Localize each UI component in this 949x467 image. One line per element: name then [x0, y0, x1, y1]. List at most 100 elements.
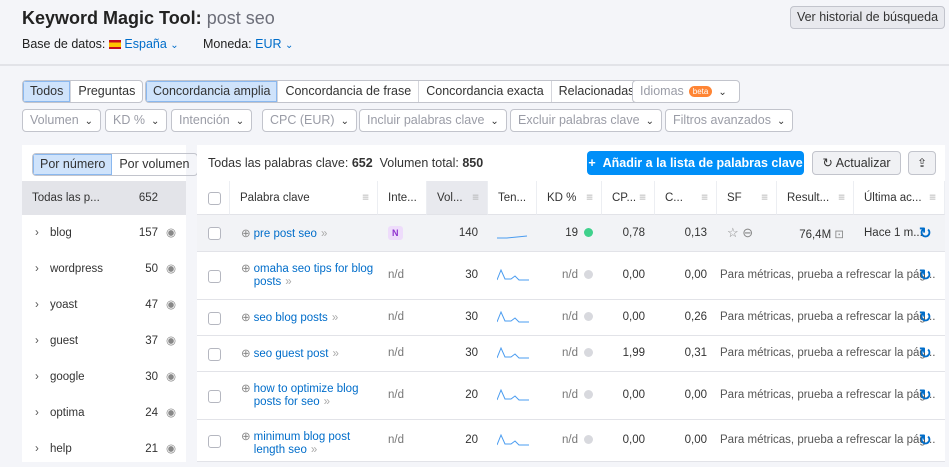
- double-chevron-icon[interactable]: »: [311, 444, 317, 456]
- group-item[interactable]: › google 30 ◉: [22, 359, 186, 395]
- update-button[interactable]: ↻ Actualizar: [812, 151, 901, 175]
- filter-volume[interactable]: Volumen ⌄: [22, 109, 102, 132]
- double-chevron-icon[interactable]: »: [285, 276, 291, 288]
- filter-intent[interactable]: Intención ⌄: [171, 109, 253, 132]
- tab-broad-match[interactable]: Concordancia amplia: [146, 81, 279, 102]
- tab-phrase-match[interactable]: Concordancia de frase: [278, 81, 420, 102]
- group-item[interactable]: › blog 157 ◉: [22, 215, 186, 251]
- keyword-link[interactable]: ⊕ minimum blog post length seo»: [241, 431, 350, 457]
- chevron-down-icon: ⌄: [340, 116, 349, 127]
- chevron-down-icon: ⌄: [776, 116, 786, 127]
- column-header[interactable]: Result... ≡: [777, 181, 854, 215]
- eye-icon[interactable]: ◉: [166, 359, 176, 395]
- sort-by-number[interactable]: Por número: [33, 154, 113, 175]
- sort-icon[interactable]: ≡: [586, 181, 593, 215]
- row-checkbox[interactable]: [208, 227, 221, 240]
- keyword-link[interactable]: ⊕ how to optimize blog posts for seo»: [241, 383, 358, 409]
- group-item[interactable]: › wordpress 50 ◉: [22, 251, 186, 287]
- column-header[interactable]: Inte...: [378, 181, 427, 215]
- sort-icon[interactable]: ≡: [761, 181, 768, 215]
- sort-icon[interactable]: ≡: [929, 181, 936, 215]
- filter-advanced[interactable]: Filtros avanzados ⌄: [665, 109, 794, 132]
- filter-include-keywords[interactable]: Incluir palabras clave ⌄: [359, 109, 507, 132]
- double-chevron-icon[interactable]: »: [332, 348, 338, 360]
- double-chevron-icon[interactable]: »: [324, 396, 330, 408]
- filter-exclude-keywords[interactable]: Excluir palabras clave ⌄: [510, 109, 662, 132]
- chevron-down-icon: ⌄: [84, 116, 94, 127]
- serp-icon[interactable]: ⊡: [834, 229, 844, 241]
- export-button[interactable]: ⇪: [908, 151, 936, 175]
- refresh-icon[interactable]: ↻: [919, 266, 932, 284]
- add-circle-icon[interactable]: ⊕: [241, 228, 251, 240]
- add-to-keyword-list-button[interactable]: + Añadir a la lista de palabras clave: [587, 151, 804, 175]
- chevron-right-icon: ›: [35, 263, 39, 275]
- filter-kd[interactable]: KD % ⌄: [105, 109, 168, 132]
- filter-cpc[interactable]: CPC (EUR) ⌄: [262, 109, 357, 132]
- chevron-down-icon: ⌄: [285, 40, 294, 51]
- double-chevron-icon[interactable]: »: [332, 312, 338, 324]
- eye-icon[interactable]: ◉: [166, 251, 176, 287]
- competition-value: 0,00: [684, 434, 707, 446]
- refresh-icon[interactable]: ↻: [919, 431, 932, 449]
- currency-select[interactable]: EUR: [255, 37, 281, 51]
- spain-flag-icon: [109, 40, 122, 49]
- keyword-link[interactable]: ⊕ omaha seo tips for blog posts»: [241, 263, 373, 289]
- keyword-link[interactable]: ⊕ seo blog posts»: [241, 312, 338, 325]
- column-header[interactable]: SF ≡: [717, 181, 777, 215]
- refresh-icon[interactable]: ↻: [919, 308, 932, 326]
- add-circle-icon[interactable]: ⊕: [241, 431, 251, 443]
- star-icon[interactable]: ☆: [727, 225, 739, 240]
- tab-related[interactable]: Relacionadas: [552, 81, 642, 102]
- trend-sparkline: [496, 310, 529, 323]
- sort-icon[interactable]: ≡: [472, 181, 479, 215]
- row-checkbox[interactable]: [208, 389, 221, 403]
- sort-icon[interactable]: ≡: [838, 181, 845, 215]
- languages-dropdown[interactable]: Idiomas beta ⌄: [632, 80, 740, 103]
- sort-icon[interactable]: ≡: [701, 181, 708, 215]
- table-row: ⊕ pre post seo» N 140 19 0,78 0,13 ☆ ⊖ 76,…: [197, 215, 945, 252]
- select-all-checkbox[interactable]: [208, 192, 221, 205]
- sort-by-volume[interactable]: Por volumen: [112, 154, 196, 175]
- group-all[interactable]: Todas las p... 652: [22, 181, 186, 215]
- group-item[interactable]: › guest 37 ◉: [22, 323, 186, 359]
- eye-icon[interactable]: ◉: [166, 287, 176, 323]
- trend-sparkline: [497, 235, 528, 238]
- column-header[interactable]: Ten...: [488, 181, 537, 215]
- add-circle-icon[interactable]: ⊕: [241, 383, 251, 395]
- table-row: ⊕ seo blog posts» n/d 30 n/d 0,00 0,26 Par…: [197, 300, 945, 336]
- keyword-link[interactable]: ⊕ pre post seo»: [241, 228, 327, 241]
- column-header[interactable]: CP... ≡: [602, 181, 655, 215]
- search-history-button[interactable]: Ver historial de búsqueda: [790, 6, 945, 29]
- keyword-link[interactable]: ⊕ seo guest post»: [241, 348, 339, 361]
- row-checkbox[interactable]: [208, 311, 221, 325]
- database-select[interactable]: España: [124, 37, 166, 51]
- kd-value: n/d: [537, 389, 593, 401]
- eye-icon[interactable]: ◉: [166, 395, 176, 431]
- eye-icon[interactable]: ◉: [166, 215, 176, 251]
- tab-preguntas[interactable]: Preguntas: [71, 81, 142, 102]
- column-header[interactable]: Vol... ≡: [427, 181, 488, 215]
- row-checkbox[interactable]: [208, 347, 221, 361]
- refresh-icon[interactable]: ↻: [919, 344, 932, 362]
- sort-icon[interactable]: ≡: [639, 181, 646, 215]
- column-header[interactable]: KD % ≡: [537, 181, 602, 215]
- refresh-icon[interactable]: ↻: [919, 224, 932, 242]
- group-item[interactable]: › optima 24 ◉: [22, 395, 186, 431]
- add-circle-icon[interactable]: ⊕: [241, 312, 251, 324]
- group-item[interactable]: › yoast 47 ◉: [22, 287, 186, 323]
- sort-icon[interactable]: ≡: [362, 181, 369, 215]
- double-chevron-icon[interactable]: »: [321, 228, 327, 240]
- column-header[interactable]: Palabra clave ≡: [230, 181, 378, 215]
- eye-icon[interactable]: ◉: [166, 323, 176, 359]
- kd-value: n/d: [537, 311, 593, 323]
- refresh-icon[interactable]: ↻: [919, 386, 932, 404]
- add-circle-icon[interactable]: ⊕: [241, 263, 251, 275]
- add-circle-icon[interactable]: ⊕: [241, 348, 251, 360]
- row-checkbox[interactable]: [208, 434, 221, 448]
- column-header[interactable]: Última ac... ≡: [854, 181, 945, 215]
- tab-todos[interactable]: Todos: [23, 81, 72, 102]
- column-header[interactable]: C... ≡: [655, 181, 717, 215]
- tab-exact-match[interactable]: Concordancia exacta: [419, 81, 552, 102]
- row-checkbox[interactable]: [208, 269, 221, 283]
- kd-dot-icon: [584, 312, 593, 321]
